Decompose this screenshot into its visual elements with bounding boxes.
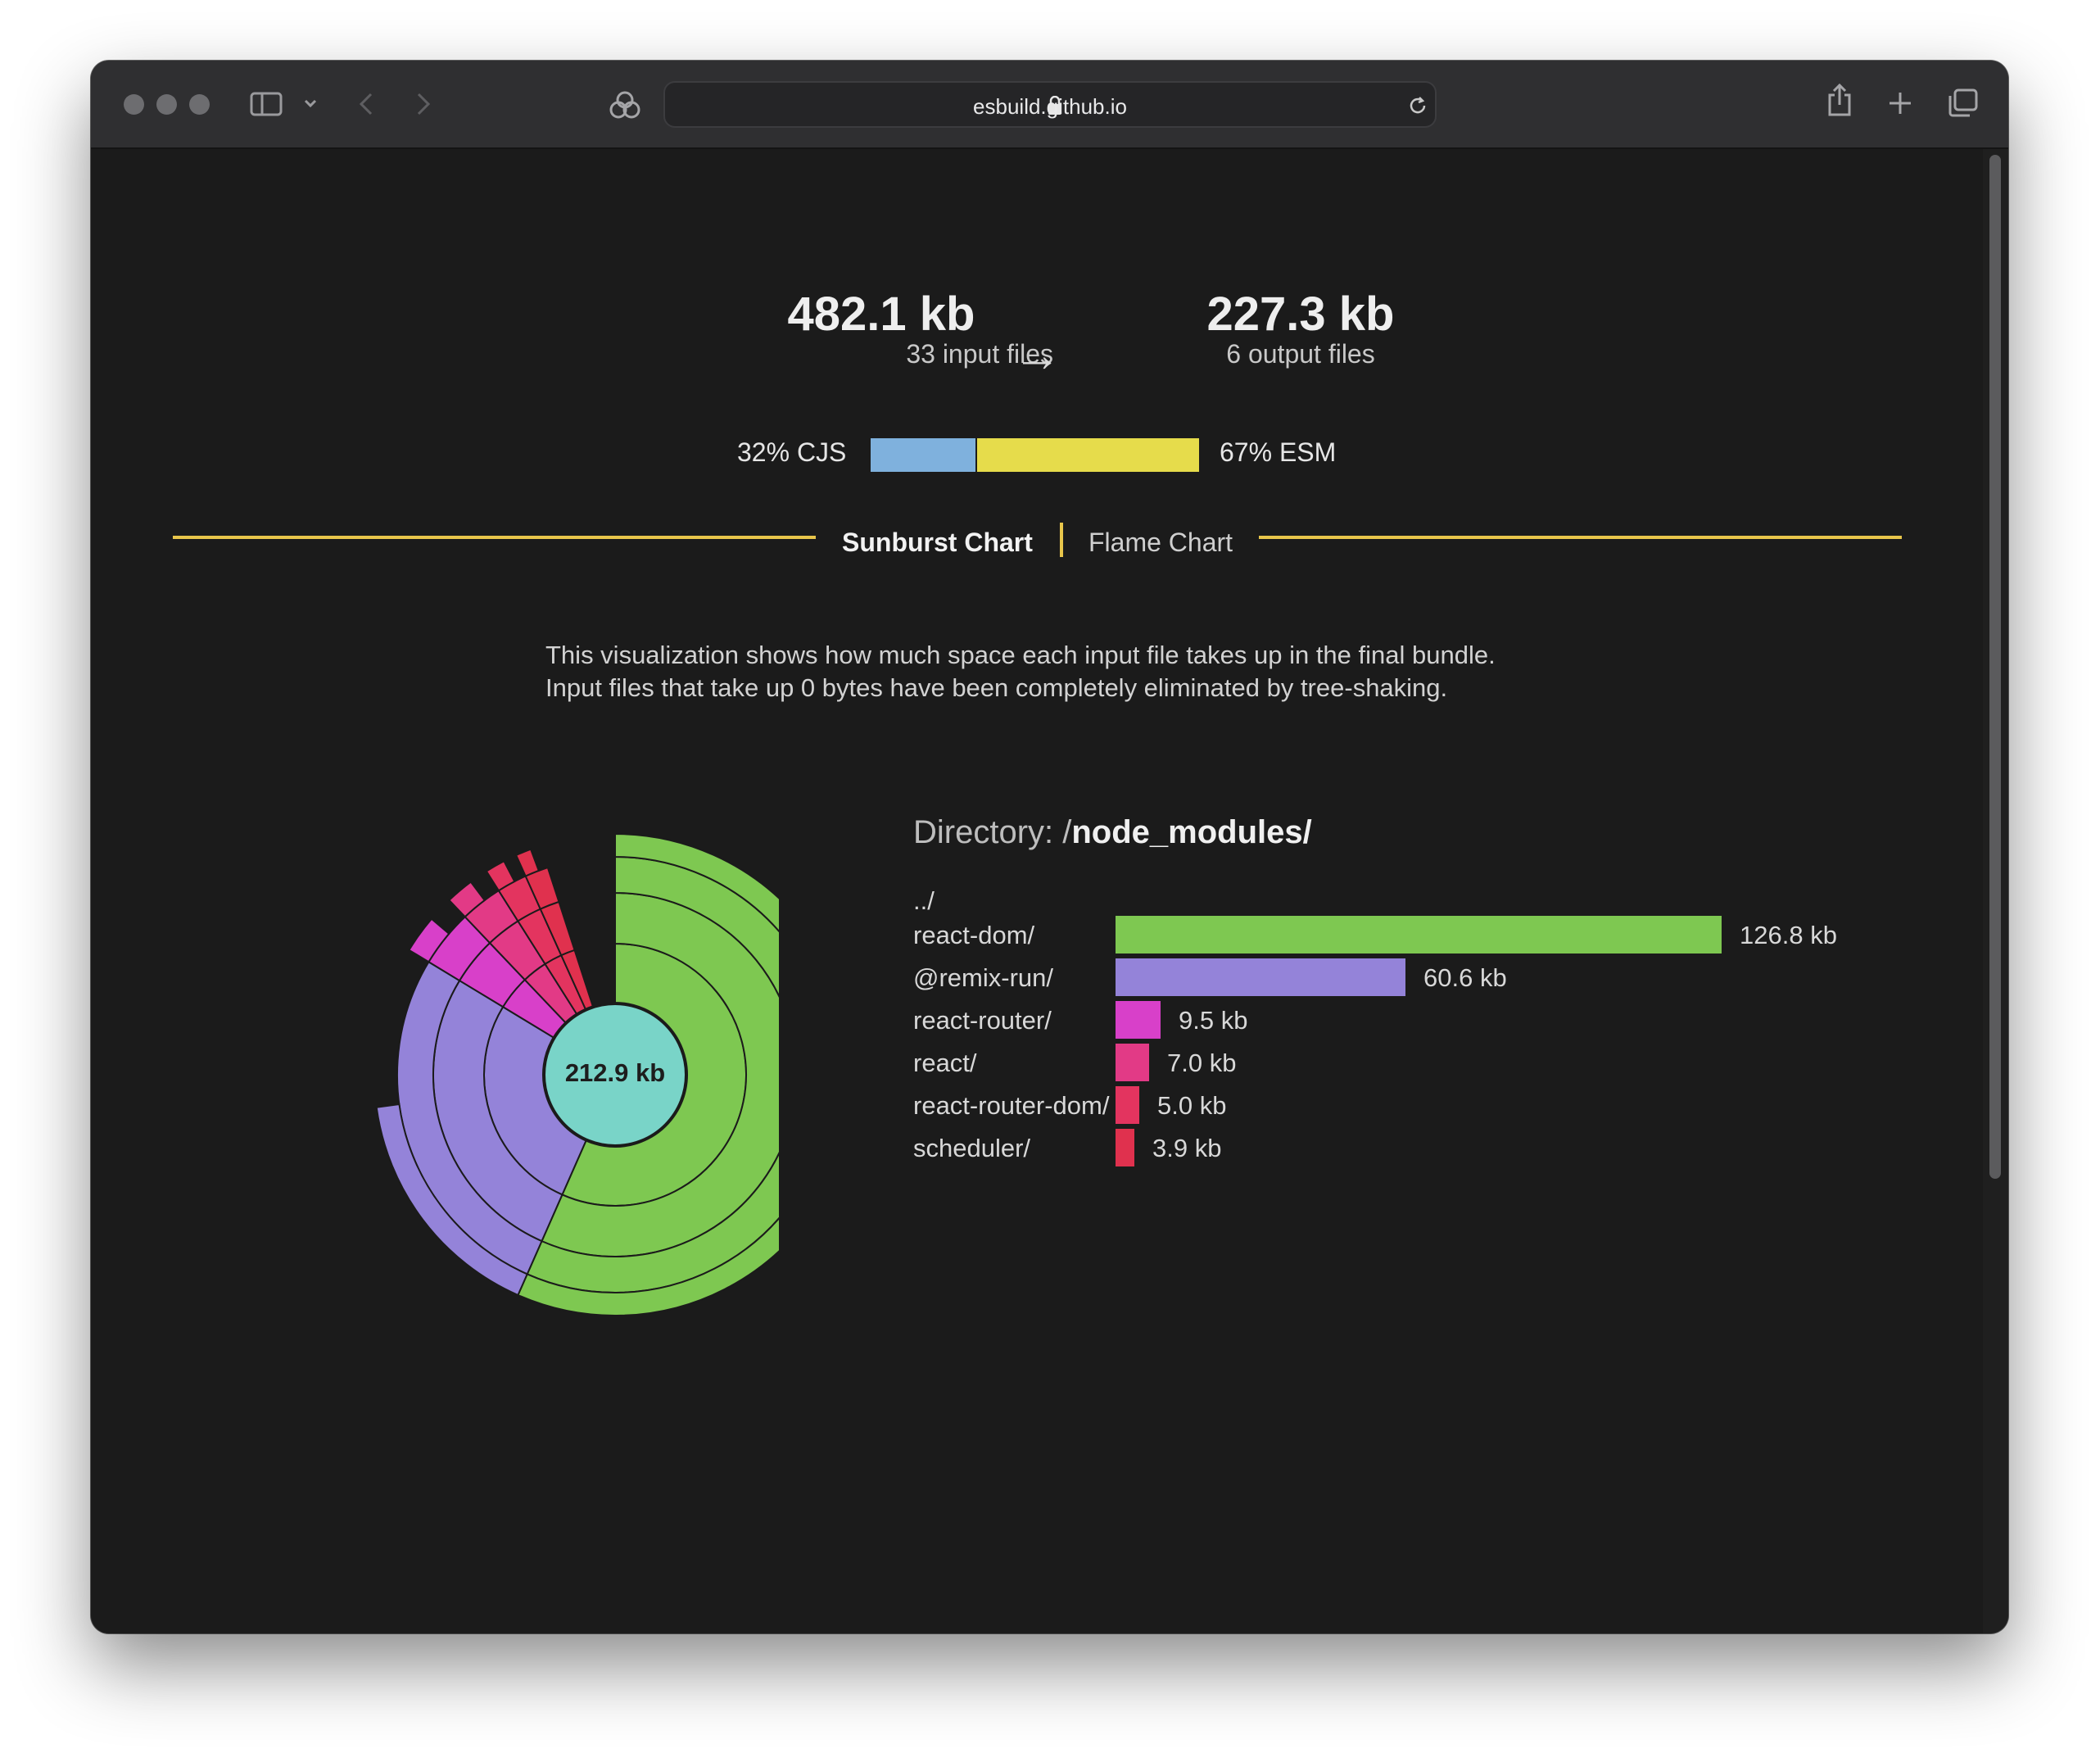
browser-toolbar: esbuild.github.io — [91, 61, 2008, 149]
module-format-bar — [871, 438, 1199, 472]
directory-entry-name[interactable]: react-dom/ — [913, 921, 1034, 950]
directory-entry-name[interactable]: react/ — [913, 1049, 977, 1078]
directory-entry-size: 9.5 kb — [1179, 1006, 1248, 1035]
directory-entry-name[interactable]: scheduler/ — [913, 1134, 1030, 1163]
description-line-2: Input files that take up 0 bytes have be… — [545, 673, 1448, 702]
output-size: 227.3 kb — [1206, 288, 1395, 341]
chevron-down-icon[interactable] — [304, 98, 317, 108]
back-icon[interactable] — [358, 92, 374, 116]
directory-entry-size: 7.0 kb — [1167, 1049, 1237, 1077]
sunburst-segment[interactable] — [514, 848, 541, 877]
tab-sunburst-chart[interactable]: Sunburst Chart — [842, 528, 1033, 558]
description-line-1: This visualization shows how much space … — [545, 641, 1496, 669]
zoom-window-button[interactable] — [189, 94, 210, 115]
directory-entry-size: 60.6 kb — [1423, 963, 1507, 992]
directory-entry-name[interactable]: react-router-dom/ — [913, 1091, 1109, 1121]
directory-entry-bar[interactable] — [1116, 1044, 1149, 1081]
directory-title: Directory: /node_modules/ — [913, 814, 1312, 851]
directory-entry-name[interactable]: react-router/ — [913, 1006, 1052, 1035]
page-content: 482.1 kb 33 input files → 227.3 kb 6 out… — [91, 149, 1983, 1633]
tab-separator — [1060, 523, 1063, 557]
minimize-window-button[interactable] — [156, 94, 177, 115]
cjs-percentage: 32% CJS — [737, 437, 847, 467]
sunburst-center-label: 212.9 kb — [565, 1058, 665, 1087]
tab-flame-chart[interactable]: Flame Chart — [1088, 528, 1233, 558]
sunburst-chart[interactable]: 212.9 kb — [189, 813, 779, 1402]
forward-icon[interactable] — [415, 92, 432, 116]
directory-entry-bar[interactable] — [1116, 916, 1722, 954]
address-bar[interactable]: esbuild.github.io — [663, 81, 1437, 128]
close-window-button[interactable] — [124, 94, 144, 115]
parent-directory-link[interactable]: ../ — [913, 886, 935, 916]
directory-entry-size: 5.0 kb — [1157, 1091, 1227, 1120]
directory-prefix: Directory: / — [913, 814, 1072, 850]
directory-name: node_modules/ — [1071, 814, 1312, 850]
directory-entry-bar[interactable] — [1116, 1086, 1139, 1124]
input-size: 482.1 kb — [787, 288, 975, 341]
sidebar-icon[interactable] — [250, 92, 283, 116]
cjs-segment — [871, 438, 975, 472]
tab-divider-right — [1259, 536, 1902, 539]
directory-entry-bar[interactable] — [1116, 1001, 1161, 1039]
scrollbar-thumb[interactable] — [1989, 155, 2001, 1179]
new-tab-icon[interactable] — [1888, 91, 1912, 116]
directory-entry-size: 126.8 kb — [1740, 921, 1837, 949]
share-icon[interactable] — [1826, 84, 1853, 118]
esm-segment — [977, 438, 1199, 472]
arrow-icon: → — [1013, 328, 1061, 382]
esm-percentage: 67% ESM — [1220, 437, 1337, 467]
directory-entry-name[interactable]: @remix-run/ — [913, 963, 1053, 993]
browser-window: esbuild.github.io 482.1 kb 33 input file… — [91, 61, 2008, 1633]
directory-entry-bar[interactable] — [1116, 1129, 1134, 1166]
url-text: esbuild.github.io — [973, 94, 1127, 119]
directory-entry-size: 3.9 kb — [1152, 1134, 1222, 1162]
tab-overview-icon[interactable] — [1947, 88, 1978, 118]
privacy-report-icon[interactable] — [609, 90, 641, 120]
reload-icon[interactable] — [1407, 94, 1428, 117]
directory-entry-bar[interactable] — [1116, 958, 1405, 996]
output-file-count: 6 output files — [1226, 339, 1375, 369]
tab-divider-left — [173, 536, 816, 539]
input-file-count: 33 input files — [906, 339, 1053, 369]
